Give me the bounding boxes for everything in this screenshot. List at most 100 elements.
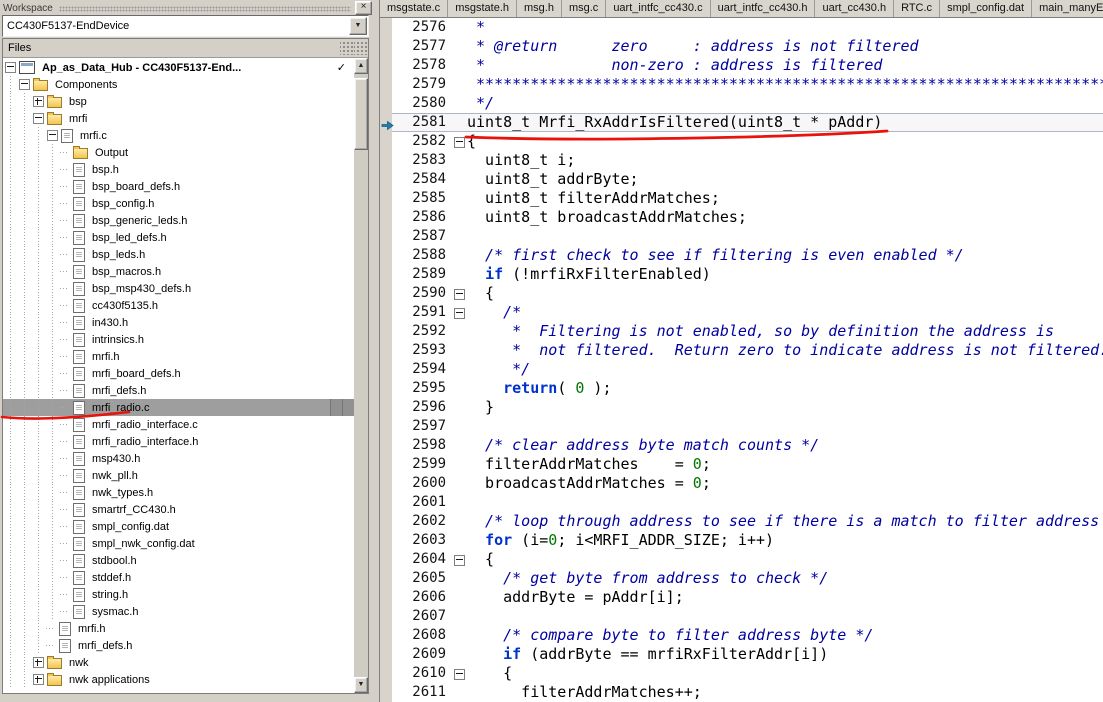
tree-item[interactable]: mrfi_board_defs.h [3, 365, 354, 382]
files-option-icon[interactable] [340, 41, 353, 55]
code-line[interactable]: 2585 uint8_t filterAddrMatches; [380, 189, 1103, 208]
tree-item[interactable]: bsp [3, 93, 354, 110]
breakpoint-margin[interactable] [380, 569, 392, 588]
code-line[interactable]: 2587 [380, 227, 1103, 246]
code-line[interactable]: 2605 /* get byte from address to check *… [380, 569, 1103, 588]
scrollbar-thumb[interactable] [354, 78, 368, 150]
tree-item[interactable]: smartrf_CC430.h [3, 501, 354, 518]
code-line[interactable]: 2578 * non-zero : address is filtered [380, 56, 1103, 75]
code-line[interactable]: 2584 uint8_t addrByte; [380, 170, 1103, 189]
close-icon[interactable]: × [355, 1, 372, 15]
collapse-minus-icon[interactable] [33, 113, 44, 124]
code-line[interactable]: 2581 uint8_t Mrfi_RxAddrIsFiltered(uint8_… [380, 113, 1103, 132]
breakpoint-margin[interactable] [380, 189, 392, 208]
tree-item[interactable]: bsp.h [3, 161, 354, 178]
tree-item[interactable]: intrinsics.h [3, 331, 354, 348]
tree-item[interactable]: smpl_config.dat [3, 518, 354, 535]
breakpoint-margin[interactable] [380, 550, 392, 569]
breakpoint-margin[interactable] [380, 227, 392, 246]
editor-tab[interactable]: uart_intfc_cc430.c [606, 0, 711, 17]
fold-minus-icon[interactable] [454, 555, 465, 566]
breakpoint-margin[interactable] [380, 474, 392, 493]
code-line[interactable]: 2576 * [380, 18, 1103, 37]
code-line[interactable]: 2608 /* compare byte to filter address b… [380, 626, 1103, 645]
tree-item[interactable]: mrfi_defs.h [3, 382, 354, 399]
scroll-up-icon[interactable]: ▲ [354, 58, 368, 74]
expand-plus-icon[interactable] [33, 657, 44, 668]
breakpoint-margin[interactable] [380, 398, 392, 417]
code-line[interactable]: 2577 * @return zero : address is not fil… [380, 37, 1103, 56]
editor-tab[interactable]: RTC.c [894, 0, 941, 17]
tree-item[interactable]: mrfi.c [3, 127, 354, 144]
scrollbar-track[interactable] [354, 74, 368, 677]
code-line[interactable]: 2580 */ [380, 94, 1103, 113]
tree-item[interactable]: mrfi [3, 110, 354, 127]
tree-item[interactable]: nwk applications [3, 671, 354, 688]
code-line[interactable]: 2606 addrByte = pAddr[i]; [380, 588, 1103, 607]
code-line[interactable]: 2597 [380, 417, 1103, 436]
breakpoint-margin[interactable] [380, 284, 392, 303]
code-line[interactable]: 2582 { [380, 132, 1103, 151]
code-line[interactable]: 2601 [380, 493, 1103, 512]
expand-plus-icon[interactable] [33, 674, 44, 685]
code-line[interactable]: 2610 { [380, 664, 1103, 683]
breakpoint-margin[interactable] [380, 512, 392, 531]
code-line[interactable]: 2609 if (addrByte == mrfiRxFilterAddr[i]… [380, 645, 1103, 664]
tree-item[interactable]: mrfi_radio_interface.h [3, 433, 354, 450]
fold-minus-icon[interactable] [454, 137, 465, 148]
code-line[interactable]: 2586 uint8_t broadcastAddrMatches; [380, 208, 1103, 227]
breakpoint-margin[interactable] [380, 436, 392, 455]
tree-item[interactable]: bsp_msp430_defs.h [3, 280, 354, 297]
code-line[interactable]: 2593 * not filtered. Return zero to indi… [380, 341, 1103, 360]
tree-item[interactable]: stdbool.h [3, 552, 354, 569]
editor-tab[interactable]: uart_intfc_cc430.h [710, 0, 816, 17]
editor-tab[interactable]: msgstate.c [380, 0, 449, 17]
code-line[interactable]: 2590 { [380, 284, 1103, 303]
collapse-minus-icon[interactable] [47, 130, 58, 141]
code-line[interactable]: 2604 { [380, 550, 1103, 569]
tree-item[interactable]: nwk_pll.h [3, 467, 354, 484]
code-line[interactable]: 2596 } [380, 398, 1103, 417]
breakpoint-margin[interactable] [380, 113, 394, 132]
editor-tab[interactable]: smpl_config.dat [940, 0, 1033, 17]
breakpoint-margin[interactable] [380, 626, 392, 645]
breakpoint-margin[interactable] [380, 360, 392, 379]
editor-tab[interactable]: main_manyEDs_autoack [1032, 0, 1103, 17]
code-line[interactable]: 2594 */ [380, 360, 1103, 379]
fold-minus-icon[interactable] [454, 289, 465, 300]
breakpoint-margin[interactable] [380, 56, 392, 75]
panel-grip[interactable] [58, 5, 351, 12]
collapse-minus-icon[interactable] [5, 62, 16, 73]
tree-item[interactable]: cc430f5135.h [3, 297, 354, 314]
tree-item[interactable]: bsp_leds.h [3, 246, 354, 263]
tree-item[interactable]: Components [3, 76, 354, 93]
tree-scrollbar[interactable]: ▲ ▼ [354, 58, 368, 693]
tree-item[interactable]: bsp_generic_leds.h [3, 212, 354, 229]
breakpoint-margin[interactable] [380, 664, 392, 683]
tree-item[interactable]: nwk_types.h [3, 484, 354, 501]
tree-item[interactable]: mrfi.h [3, 348, 354, 365]
editor-tab[interactable]: uart_cc430.h [815, 0, 895, 17]
code-line[interactable]: 2579 ***********************************… [380, 75, 1103, 94]
code-line[interactable]: 2607 [380, 607, 1103, 626]
code-line[interactable]: 2603 for (i=0; i<MRFI_ADDR_SIZE; i++) [380, 531, 1103, 550]
tree-item[interactable]: Output [3, 144, 354, 161]
collapse-minus-icon[interactable] [19, 79, 30, 90]
fold-minus-icon[interactable] [454, 308, 465, 319]
code-line[interactable]: 2598 /* clear address byte match counts … [380, 436, 1103, 455]
breakpoint-margin[interactable] [380, 645, 392, 664]
code-line[interactable]: 2599 filterAddrMatches = 0; [380, 455, 1103, 474]
files-column-header[interactable]: Files [3, 39, 368, 58]
workspace-title-bar[interactable]: Workspace × [0, 0, 374, 15]
tree-item[interactable]: sysmac.h [3, 603, 354, 620]
code-area[interactable]: 2576 * 2577 * @return zero : address is n… [380, 18, 1103, 702]
editor-tab[interactable]: msg.h [517, 0, 562, 17]
breakpoint-margin[interactable] [380, 303, 392, 322]
editor-tab[interactable]: msgstate.h [448, 0, 517, 17]
breakpoint-margin[interactable] [380, 75, 392, 94]
code-line[interactable]: 2600 broadcastAddrMatches = 0; [380, 474, 1103, 493]
files-option-icon[interactable] [354, 41, 367, 55]
tree-item[interactable]: in430.h [3, 314, 354, 331]
scroll-down-icon[interactable]: ▼ [354, 677, 368, 693]
code-line[interactable]: 2611 filterAddrMatches++; [380, 683, 1103, 702]
